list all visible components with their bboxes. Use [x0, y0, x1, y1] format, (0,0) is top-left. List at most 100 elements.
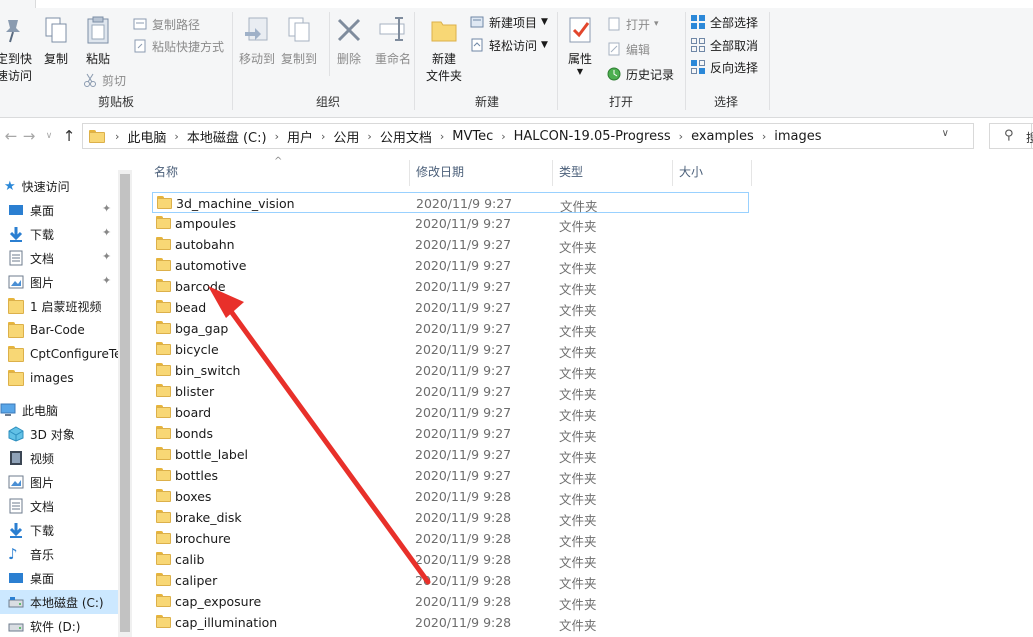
nav-item-folder[interactable]: CptConfigureTe [0, 342, 118, 366]
file-row[interactable]: brake_disk 2020/11/9 9:28 文件夹 [152, 507, 749, 528]
pin-icon[interactable]: ✦ [102, 250, 111, 263]
breadcrumb-public-documents[interactable]: 公用文档 [376, 127, 436, 146]
file-row[interactable]: board 2020/11/9 9:27 文件夹 [152, 402, 749, 423]
file-row[interactable]: bga_gap 2020/11/9 9:27 文件夹 [152, 318, 749, 339]
navigation-scrollbar[interactable] [118, 170, 132, 637]
file-row[interactable]: cap_exposure 2020/11/9 9:28 文件夹 [152, 591, 749, 612]
paste-button[interactable]: 粘贴 [82, 14, 114, 67]
pin-icon[interactable]: ✦ [102, 274, 111, 287]
nav-pc-item-local-disk-c[interactable]: 本地磁盘 (C:) [0, 590, 118, 614]
navigation-pane: ★ 快速访问 桌面 ✦ 下载 ✦ 文档 ✦ 图片 ✦ 1 启蒙班视频 Bar-C… [0, 170, 132, 637]
select-none-button[interactable]: 全部取消 [690, 35, 758, 55]
file-row[interactable]: caliper 2020/11/9 9:28 文件夹 [152, 570, 749, 591]
file-row[interactable]: ampoules 2020/11/9 9:27 文件夹 [152, 213, 749, 234]
column-divider[interactable] [751, 160, 752, 186]
nav-pc-item-music[interactable]: ♪ 音乐 [0, 542, 118, 566]
open-group-label: 打开 [608, 95, 633, 109]
cut-button[interactable]: 剪切 [82, 70, 126, 90]
folder-icon [8, 298, 24, 314]
rename-button[interactable]: 重命名 [373, 14, 413, 67]
file-row[interactable]: boxes 2020/11/9 9:28 文件夹 [152, 486, 749, 507]
file-date: 2020/11/9 9:28 [415, 552, 512, 567]
file-row[interactable]: bicycle 2020/11/9 9:27 文件夹 [152, 339, 749, 360]
paste-shortcut-button[interactable]: 粘贴快捷方式 [132, 36, 224, 56]
breadcrumb-examples[interactable]: examples [687, 129, 758, 144]
nav-quick-access[interactable]: ★ 快速访问 [0, 174, 118, 198]
breadcrumb-users[interactable]: 用户 [283, 127, 317, 146]
forward-arrow-icon[interactable]: → [20, 126, 38, 146]
ribbon: 定到快 速访问 复制 粘贴 复制路径 粘贴快捷方式 剪切 剪贴板 移动到 复制到… [0, 0, 1033, 118]
folder-icon [156, 321, 171, 334]
delete-button[interactable]: 删除 [333, 14, 365, 67]
nav-item-documents[interactable]: 文档 ✦ [0, 246, 118, 270]
search-input[interactable]: ⚲ 搜 [989, 123, 1033, 149]
nav-pc-item-videos[interactable]: 视频 [0, 446, 118, 470]
nav-pc-item-pictures[interactable]: 图片 [0, 470, 118, 494]
breadcrumb-halcon[interactable]: HALCON-19.05-Progress [510, 129, 675, 144]
nav-pc-item-downloads[interactable]: 下载 [0, 518, 118, 542]
nav-item-desktop[interactable]: 桌面 ✦ [0, 198, 118, 222]
nav-item-label: 音乐 [30, 547, 55, 562]
nav-item-pictures[interactable]: 图片 ✦ [0, 270, 118, 294]
nav-pc-item-documents[interactable]: 文档 [0, 494, 118, 518]
file-row[interactable]: calib 2020/11/9 9:28 文件夹 [152, 549, 749, 570]
address-bar[interactable]: › 此电脑 › 本地磁盘 (C:) › 用户 › 公用 › 公用文档 › MVT… [82, 123, 1032, 149]
breadcrumb-mvtec[interactable]: MVTec [448, 129, 497, 144]
file-row[interactable]: barcode 2020/11/9 9:27 文件夹 [152, 276, 749, 297]
file-row[interactable]: bonds 2020/11/9 9:27 文件夹 [152, 423, 749, 444]
select-all-button[interactable]: 全部选择 [690, 12, 758, 32]
file-row[interactable]: bead 2020/11/9 9:27 文件夹 [152, 297, 749, 318]
breadcrumb-images[interactable]: images [770, 129, 825, 144]
edit-button[interactable]: 编辑 [606, 39, 650, 59]
column-header-date[interactable]: 修改日期 [410, 158, 552, 188]
nav-pc-item-desktop[interactable]: 桌面 [0, 566, 118, 590]
nav-item-folder[interactable]: Bar-Code [0, 318, 118, 342]
column-header-name[interactable]: 名称 [148, 158, 408, 188]
invert-selection-button[interactable]: 反向选择 [690, 57, 758, 77]
nav-this-pc[interactable]: 此电脑 [0, 398, 118, 422]
file-row[interactable]: bottle_label 2020/11/9 9:27 文件夹 [152, 444, 749, 465]
address-dropdown-icon[interactable]: ∨ [942, 128, 949, 139]
properties-button[interactable]: 属性 ▼ [564, 14, 596, 76]
scrollbar-thumb[interactable] [120, 174, 130, 632]
up-arrow-icon[interactable]: ↑ [60, 126, 78, 146]
nav-item-folder[interactable]: 1 启蒙班视频 [0, 294, 118, 318]
file-row[interactable]: blister 2020/11/9 9:27 文件夹 [152, 381, 749, 402]
back-arrow-icon[interactable]: ← [2, 126, 20, 146]
move-to-button[interactable]: 移动到 [239, 14, 275, 67]
recent-chevron-down-icon[interactable]: ∨ [40, 126, 58, 146]
column-header-size[interactable]: 大小 [673, 158, 751, 188]
file-row[interactable]: 3d_machine_vision 2020/11/9 9:27 文件夹 [152, 192, 749, 214]
history-button[interactable]: 历史记录 [606, 64, 674, 84]
pin-icon[interactable]: ✦ [102, 226, 111, 239]
copy-to-button[interactable]: 复制到 [281, 14, 317, 67]
nav-item-label: CptConfigureTe [30, 347, 118, 361]
nav-item-downloads[interactable]: 下载 ✦ [0, 222, 118, 246]
copy-path-button[interactable]: 复制路径 [132, 14, 200, 34]
file-row[interactable]: brochure 2020/11/9 9:28 文件夹 [152, 528, 749, 549]
breadcrumb-local-disk[interactable]: 本地磁盘 (C:) [183, 127, 271, 146]
nav-pc-item-3d-objects[interactable]: 3D 对象 [0, 422, 118, 446]
new-folder-button[interactable]: 新建 文件夹 [423, 14, 465, 84]
file-row[interactable]: autobahn 2020/11/9 9:27 文件夹 [152, 234, 749, 255]
breadcrumb-this-pc[interactable]: 此电脑 [123, 127, 170, 146]
breadcrumb-public[interactable]: 公用 [329, 127, 363, 146]
new-item-button[interactable]: 新建项目 ▼ [469, 12, 548, 32]
chevron-down-icon: ▾ [654, 19, 659, 29]
pin-icon[interactable]: ✦ [102, 202, 111, 215]
file-row[interactable]: cap_illumination 2020/11/9 9:28 文件夹 [152, 612, 749, 633]
open-button[interactable]: 打开 ▾ [606, 14, 659, 34]
file-list: ^ 名称 修改日期 类型 大小 3d_machine_vision 2020/11… [140, 156, 1033, 637]
file-row[interactable]: bottles 2020/11/9 9:27 文件夹 [152, 465, 749, 486]
breadcrumb-separator-icon: › [439, 129, 445, 143]
file-row[interactable]: bin_switch 2020/11/9 9:27 文件夹 [152, 360, 749, 381]
column-header-type[interactable]: 类型 [553, 158, 671, 188]
nav-pc-item-drive-d[interactable]: 软件 (D:) [0, 614, 118, 637]
nav-item-folder[interactable]: images [0, 366, 118, 390]
file-date: 2020/11/9 9:27 [415, 447, 512, 462]
copy-button[interactable]: 复制 [40, 14, 72, 67]
file-name: cap_illumination [175, 615, 278, 630]
pin-quick-access-button[interactable]: 定到快 速访问 [0, 14, 34, 84]
file-row[interactable]: automotive 2020/11/9 9:27 文件夹 [152, 255, 749, 276]
easy-access-button[interactable]: 轻松访问 ▼ [469, 35, 548, 55]
